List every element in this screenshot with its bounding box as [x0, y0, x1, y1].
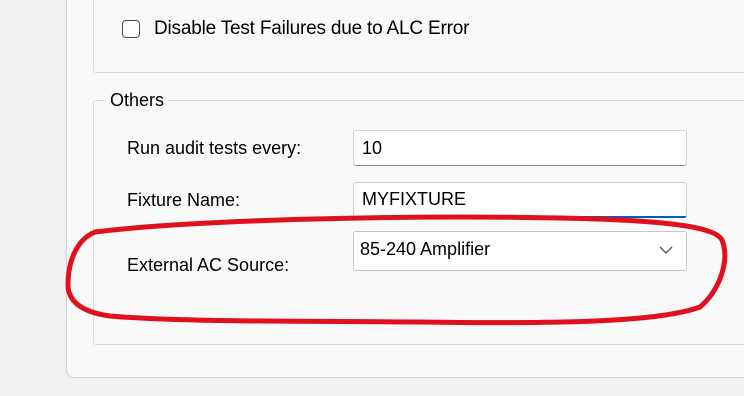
- fixture-name-input[interactable]: [353, 182, 687, 218]
- chevron-down-icon[interactable]: [658, 242, 674, 258]
- others-group-title: Others: [106, 90, 169, 111]
- audit-interval-input[interactable]: [353, 130, 687, 166]
- disable-alc-checkbox[interactable]: [122, 20, 140, 38]
- audit-interval-label: Run audit tests every:: [127, 138, 302, 158]
- ac-source-label: External AC Source:: [127, 255, 290, 275]
- fixture-name-label: Fixture Name:: [127, 190, 241, 210]
- ac-source-select[interactable]: 85-240 Amplifier: [353, 231, 687, 271]
- disable-alc-label[interactable]: Disable Test Failures due to ALC Error: [154, 18, 469, 40]
- ac-source-value: 85-240 Amplifier: [360, 239, 491, 259]
- disable-alc-row[interactable]: Disable Test Failures due to ALC Error: [122, 17, 469, 41]
